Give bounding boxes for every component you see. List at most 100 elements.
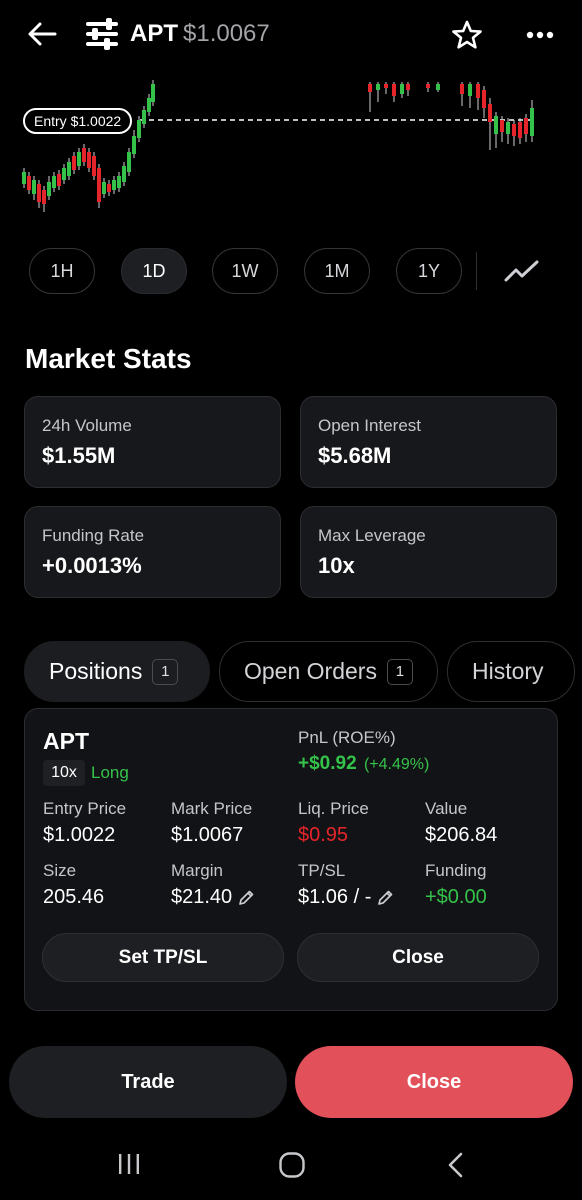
system-nav-bar: [0, 1140, 582, 1190]
candle-body: [82, 148, 86, 162]
set-tpsl-button[interactable]: Set TP/SL: [42, 933, 284, 982]
market-stats-title: Market Stats: [25, 343, 192, 374]
candle-body: [27, 176, 31, 190]
candle-body: [47, 182, 51, 196]
value-value: $206.84: [425, 824, 498, 846]
stat-value: $5.68M: [318, 443, 392, 468]
candle-body: [151, 84, 155, 102]
stat-label: 24h Volume: [42, 416, 132, 435]
candle-body: [97, 168, 101, 202]
back-arrow-icon[interactable]: [26, 20, 58, 48]
candle-body: [102, 182, 106, 194]
timeframe-1h[interactable]: 1H: [29, 248, 95, 294]
candle-body: [468, 84, 472, 96]
candle-body: [482, 90, 486, 108]
pnl-amount: +$0.92: [298, 753, 357, 774]
market-price: $1.0067: [183, 20, 270, 47]
candle-body: [488, 104, 492, 122]
line-chart-icon[interactable]: [503, 254, 541, 288]
candles: [22, 80, 534, 212]
size-label: Size: [43, 861, 77, 880]
tpsl-label: TP/SL: [298, 861, 346, 880]
candle-body: [52, 176, 56, 188]
candle-body: [400, 84, 404, 94]
candle-body: [37, 184, 41, 202]
candle-body: [460, 84, 464, 94]
position-card: APT 10x Long PnL (ROE%) +$0.92 (+4.49%) …: [24, 708, 558, 1011]
recent-apps-icon[interactable]: [117, 1153, 141, 1175]
candle-body: [87, 152, 91, 168]
margin-field[interactable]: $21.40: [171, 886, 255, 909]
candle-body: [436, 84, 440, 90]
divider: [476, 252, 477, 290]
stat-label: Open Interest: [318, 416, 422, 435]
close-position-button[interactable]: Close: [297, 933, 539, 982]
candle-body: [426, 84, 430, 88]
funding-value: +$0.00: [425, 886, 487, 908]
timeframe-1w[interactable]: 1W: [212, 248, 278, 294]
candle-body: [142, 110, 146, 124]
pnl-percent: (+4.49%): [363, 756, 430, 773]
pnl-label: PnL (ROE%): [298, 728, 396, 747]
home-icon[interactable]: [278, 1151, 306, 1179]
entry-price-value: $1.0022: [43, 824, 116, 846]
close-button[interactable]: Close: [295, 1046, 573, 1118]
candle-body: [67, 162, 71, 176]
candle-body: [112, 180, 116, 190]
entry-price-label: Entry Price: [43, 799, 127, 818]
entry-price-label: Entry $1.0022: [23, 108, 133, 134]
tab-label: History: [472, 658, 544, 684]
tab-label: Positions: [49, 658, 143, 684]
tab-history[interactable]: History: [447, 641, 575, 702]
size-value: 205.46: [43, 886, 105, 908]
candle-body: [107, 184, 111, 192]
candle-body: [117, 176, 121, 188]
stat-value: +0.0013%: [42, 553, 142, 578]
stat-max-leverage: Max Leverage 10x: [300, 506, 557, 598]
candle-body: [32, 180, 36, 194]
position-side: Long: [91, 763, 129, 782]
candle-body: [368, 84, 372, 92]
tab-label: Open Orders: [244, 658, 377, 684]
more-icon[interactable]: [524, 22, 556, 48]
candle-body: [406, 84, 410, 90]
funding-label: Funding: [425, 861, 487, 880]
edit-pencil-icon[interactable]: [376, 889, 394, 907]
liq-price-value: $0.95: [298, 824, 349, 846]
stat-label: Max Leverage: [318, 526, 426, 545]
timeframe-1m[interactable]: 1M: [304, 248, 370, 294]
stat-24h-volume: 24h Volume $1.55M: [24, 396, 281, 488]
margin-label: Margin: [171, 861, 223, 880]
tab-open-orders[interactable]: Open Orders 1: [219, 641, 438, 702]
tpsl-field[interactable]: $1.06 / -: [298, 886, 394, 909]
candle-body: [518, 122, 522, 138]
price-chart[interactable]: [0, 72, 582, 222]
market-symbol: APT: [130, 20, 178, 47]
app-header: APT $1.0067: [0, 0, 582, 70]
candle-body: [57, 174, 61, 186]
stat-open-interest: Open Interest $5.68M: [300, 396, 557, 488]
mark-price-value: $1.0067: [171, 824, 244, 846]
candle-body: [127, 152, 131, 172]
leverage-badge: 10x: [43, 760, 85, 786]
star-icon[interactable]: [451, 19, 483, 51]
tab-positions[interactable]: Positions 1: [24, 641, 210, 702]
timeframe-1d[interactable]: 1D: [121, 248, 187, 294]
edit-pencil-icon[interactable]: [237, 889, 255, 907]
trade-button[interactable]: Trade: [9, 1046, 287, 1118]
candle-body: [137, 120, 141, 138]
pnl-value: +$0.92 (+4.49%): [298, 753, 429, 775]
candle-body: [476, 84, 480, 98]
candle-body: [132, 136, 136, 154]
mark-price-label: Mark Price: [171, 799, 253, 818]
timeframe-1y[interactable]: 1Y: [396, 248, 462, 294]
position-symbol: APT: [43, 728, 89, 754]
tab-count-badge: 1: [386, 658, 413, 685]
candle-body: [92, 156, 96, 176]
candle-body: [384, 84, 388, 88]
candle-body: [122, 166, 126, 182]
candle-body: [376, 84, 380, 90]
candle-body: [77, 152, 81, 166]
back-icon[interactable]: [445, 1151, 465, 1179]
stat-label: Funding Rate: [42, 526, 145, 545]
